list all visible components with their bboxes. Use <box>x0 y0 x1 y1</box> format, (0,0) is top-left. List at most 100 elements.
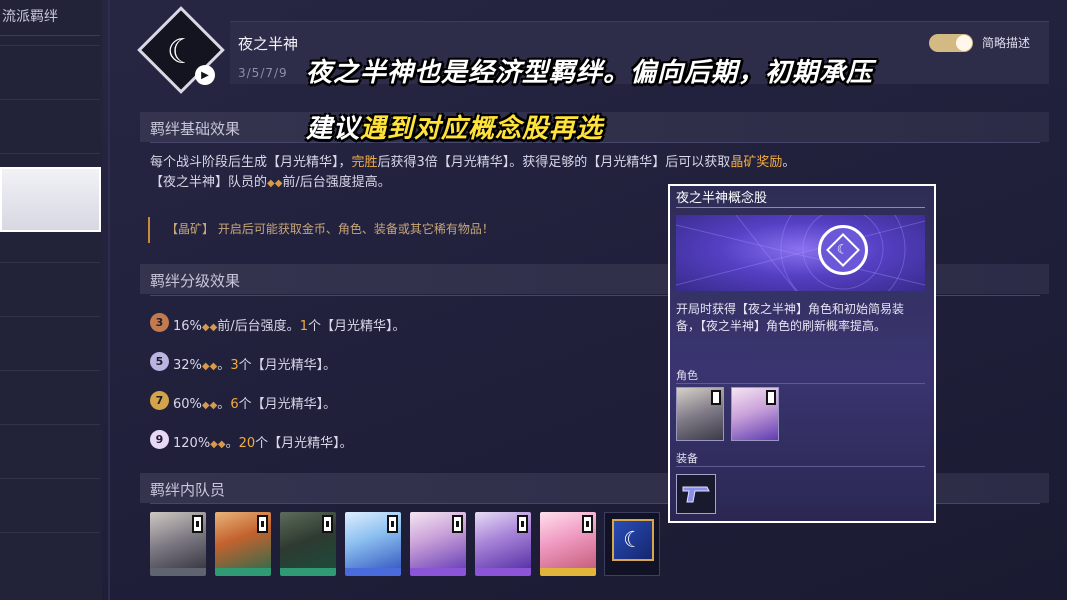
base-effect-text-c: 。 <box>782 155 796 170</box>
role-tag-icon <box>192 515 203 533</box>
sidebar-row-divider <box>0 478 100 479</box>
base-effect-line-1: 每个战斗阶段后生成【月光精华】，完胜后获得3倍【月光精华】。获得足够的【月光精华… <box>150 151 795 170</box>
tier-count: 6 <box>230 397 239 412</box>
popup-characters-label: 角色 <box>676 369 698 382</box>
sidebar-row-divider <box>0 424 100 425</box>
popup-equipment-label: 装备 <box>676 452 698 465</box>
bond-tiers: 3/5/7/9 <box>238 66 288 80</box>
diamond-frame: ☾ <box>826 233 860 267</box>
tier-pct: 16% <box>173 319 202 334</box>
tier-row-3: 16%◆◆前/后台强度。1个【月光精华】。 <box>173 315 405 334</box>
tier-tail: 个【月光精华】。 <box>255 436 353 451</box>
front-back-position-icon: ◆◆ <box>267 178 283 189</box>
bond-detail-screen: 流派羁绊 ☾ ▶ 夜之半神 3/5/7/9 简略描述 羁绊基础效果 每个战斗阶段… <box>0 0 1067 600</box>
sidebar-row-divider <box>0 316 100 317</box>
tier-badge-9: 9 <box>150 430 169 449</box>
popup-banner-pattern <box>676 215 925 291</box>
role-tag-icon <box>257 515 268 533</box>
role-tag-icon <box>322 515 333 533</box>
tier-row-5: 32%◆◆。3个【月光精华】。 <box>173 354 336 373</box>
member-card-7[interactable] <box>540 512 596 576</box>
role-tag-icon <box>452 515 463 533</box>
member-card-2[interactable] <box>215 512 271 576</box>
brief-description-label: 简略描述 <box>982 36 1031 50</box>
popup-divider <box>676 383 925 384</box>
tier-mid: 。 <box>225 436 239 451</box>
front-back-position-icon: ◆◆ <box>201 322 218 333</box>
popup-character-1[interactable] <box>676 387 724 441</box>
front-back-position-icon: ◆◆ <box>201 361 218 372</box>
tier-pct: 60% <box>173 397 202 412</box>
sidebar-divider <box>108 0 110 600</box>
popup-banner <box>676 215 925 291</box>
pistol-icon <box>682 486 710 503</box>
tier-tail: 个【月光精华】。 <box>238 397 337 412</box>
crescent-moon-icon: ☾ <box>612 519 654 561</box>
bond-equipment-slot[interactable]: ☾ <box>604 512 660 576</box>
member-rarity-band <box>215 568 271 576</box>
base-effect-text-d: 【夜之半神】队员的 <box>150 175 268 190</box>
base-effect-text-b: 后获得3倍【月光精华】。获得足够的【月光精华】后可以获取 <box>377 155 731 170</box>
tier-effect-title: 羁绊分级效果 <box>150 272 241 290</box>
play-icon[interactable]: ▶ <box>195 65 215 85</box>
sidebar-row-divider <box>0 532 100 533</box>
member-card-3[interactable] <box>280 512 336 576</box>
role-tag-icon <box>517 515 528 533</box>
sidebar-row-divider <box>0 153 100 154</box>
sidebar-row-divider <box>0 370 100 371</box>
popup-divider <box>676 207 925 208</box>
tier-pct: 32% <box>173 358 202 373</box>
front-back-position-icon: ◆◆ <box>201 400 218 411</box>
sidebar-header: 流派羁绊 <box>0 0 100 36</box>
popup-divider <box>676 466 925 467</box>
popup-character-2[interactable] <box>731 387 779 441</box>
member-card-4[interactable] <box>345 512 401 576</box>
tier-badge-5: 5 <box>150 352 169 371</box>
member-rarity-band <box>345 568 401 576</box>
tier-row-9: 120%◆◆。20个【月光精华】。 <box>173 432 353 451</box>
popup-description: 开局时获得【夜之半神】角色和初始简易装备，【夜之半神】角色的刷新概率提高。 <box>676 302 905 333</box>
member-card-6[interactable] <box>475 512 531 576</box>
base-effect-text-a: 每个战斗阶段后生成【月光精华】， <box>150 155 352 170</box>
base-effect-line-2: 【夜之半神】队员的◆◆前/后台强度提高。 <box>150 171 391 190</box>
member-rarity-band <box>280 568 336 576</box>
tier-count: 3 <box>230 358 239 373</box>
member-rarity-band <box>540 568 596 576</box>
commentary-prefix: 建议 <box>306 114 361 144</box>
tier-badge-3: 3 <box>150 313 169 332</box>
member-card-1[interactable] <box>150 512 206 576</box>
tier-mid: 。 <box>217 358 231 373</box>
tier-row-7: 60%◆◆。6个【月光精华】。 <box>173 393 336 412</box>
toggle-knob <box>956 35 972 51</box>
member-card-5[interactable] <box>410 512 466 576</box>
tier-tail: 个【月光精华】。 <box>238 358 337 373</box>
crystal-note: 【晶矿】 开启后可能获取金币、角色、装备或其它稀有物品！ <box>148 217 668 243</box>
crescent-diamond-icon: ☾ <box>818 225 868 275</box>
brief-description-toggle[interactable] <box>929 34 973 52</box>
tier-count: 1 <box>299 319 308 334</box>
role-tag-icon <box>387 515 398 533</box>
tier-count: 20 <box>238 436 256 451</box>
popup-equipment-item[interactable] <box>676 474 716 514</box>
commentary-line-2: 建议遇到对应概念股再选 <box>306 108 603 145</box>
perfect-win-keyword[interactable]: 完胜 <box>352 155 378 170</box>
sidebar-item-selected[interactable] <box>0 167 101 232</box>
member-rarity-band <box>410 568 466 576</box>
role-tag-icon <box>582 515 593 533</box>
commentary-line-1: 夜之半神也是经济型羁绊。偏向后期，初期承压 <box>306 58 874 88</box>
tier-mid: 前/后台强度。 <box>217 319 300 334</box>
front-back-position-icon: ◆◆ <box>210 439 226 450</box>
tier-mid: 。 <box>217 397 231 412</box>
tier-tail: 个【月光精华】。 <box>307 319 406 334</box>
bond-name: 夜之半神 <box>238 35 299 53</box>
crystal-reward-keyword[interactable]: 晶矿奖励 <box>730 155 782 170</box>
tier-badge-7: 7 <box>150 391 169 410</box>
members-title: 羁绊内队员 <box>150 481 226 499</box>
sidebar: 流派羁绊 <box>0 0 102 600</box>
sidebar-row-divider <box>0 45 100 46</box>
member-rarity-band <box>475 568 531 576</box>
role-tag-icon <box>711 390 721 405</box>
commentary-highlight: 遇到对应概念股再选 <box>360 114 604 144</box>
base-effect-title: 羁绊基础效果 <box>150 120 241 138</box>
member-rarity-band <box>150 568 206 576</box>
